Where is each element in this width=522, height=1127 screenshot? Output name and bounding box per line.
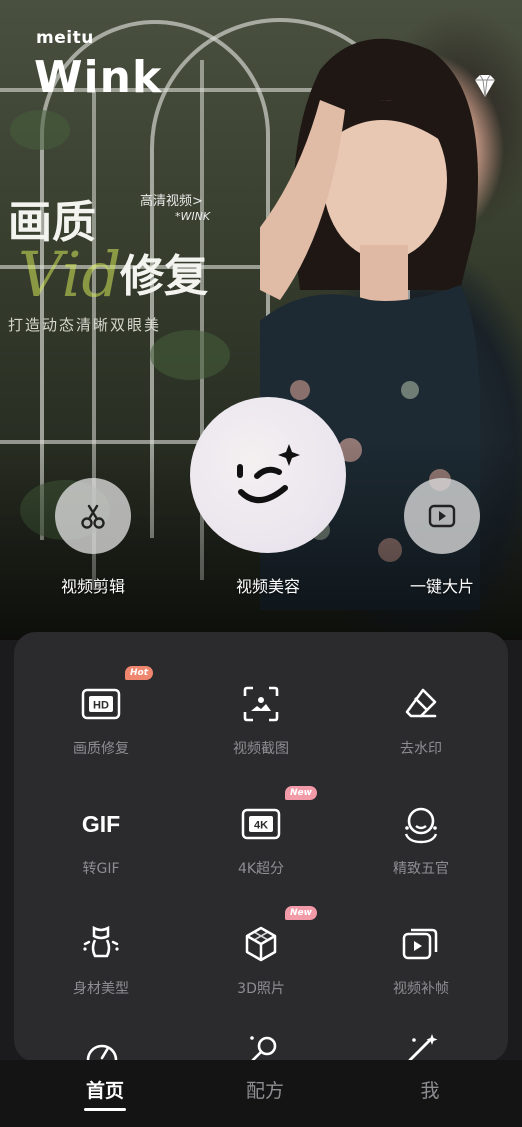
tool-body-shape[interactable]: 身材美型 [21,912,181,1022]
magic-brush-icon[interactable] [242,1032,282,1062]
foliage [10,110,70,150]
eraser-icon [399,682,443,726]
promo-title-line1: 画质 [8,197,96,248]
tool-label: 3D照片 [237,981,285,997]
foliage [150,330,230,380]
one-click-blockbuster-label: 一键大片 [409,577,474,596]
vip-diamond-icon[interactable] [470,72,500,102]
hd-icon: HD [79,682,123,726]
tool-remove-watermark[interactable]: 去水印 [341,672,501,782]
tools-panel: HD Hot 画质修复 视频截图 去水印 GIF 转GIF 4K New 4K超… [14,632,508,1062]
wink-face-icon [237,444,300,503]
play-icon [428,504,456,528]
brand-logo: Wink [34,52,163,103]
tab-home[interactable]: 首页 [55,1076,155,1103]
tool-frame-interpolation[interactable]: 视频补帧 [341,912,501,1022]
tool-label: 身材美型 [73,981,129,997]
active-tab-indicator [84,1108,126,1111]
tool-label: 视频截图 [233,741,289,757]
tool-label: 视频补帧 [393,981,449,997]
tool-label: 去水印 [400,741,442,757]
tool-video-screenshot[interactable]: 视频截图 [181,672,341,782]
tool-label: 转GIF [82,861,120,877]
tool-label: 画质修复 [73,741,129,757]
4k-icon: 4K [239,802,283,846]
video-beauty-button[interactable] [190,397,346,553]
one-click-blockbuster-button[interactable] [404,478,480,554]
new-badge: New [285,906,317,920]
svg-text:4K: 4K [254,820,268,832]
tool-3d-photo[interactable]: New 3D照片 [181,906,341,1022]
tool-label: 4K超分 [237,861,285,877]
magic-wand-icon[interactable] [402,1032,442,1062]
tool-quality-repair[interactable]: HD Hot 画质修复 [21,666,181,782]
promo-title-line2: 修复 [120,251,208,302]
promo-tag-secondary: *WINK [175,210,211,223]
scissors-icon [81,504,105,529]
tool-convert-gif[interactable]: GIF 转GIF [21,792,181,902]
brand-meitu: meitu [36,28,94,48]
tool-4k-upscale[interactable]: 4K New 4K超分 [181,786,341,902]
hot-badge: Hot [125,666,154,680]
tab-recipes[interactable]: 配方 [215,1076,315,1103]
bottom-tab-bar: 首页 配方 我 [0,1060,522,1127]
video-edit-label: 视频剪辑 [60,577,125,596]
tool-refine-features[interactable]: 精致五官 [341,792,501,902]
gif-icon: GIF [81,810,121,837]
frame-interpolation-icon [399,922,443,966]
body-shape-icon [79,922,123,966]
svg-text:HD: HD [93,700,109,712]
cube-icon [239,922,283,966]
tool-label: 精致五官 [393,861,449,877]
face-features-icon [399,802,443,846]
gauge-icon[interactable] [82,1032,122,1062]
tab-me[interactable]: 我 [380,1076,480,1103]
video-beauty-label: 视频美容 [235,577,300,596]
promo-tag: 高清视频> [140,194,203,209]
promo-subtitle: 打造动态清晰双眼美 [8,316,162,334]
screenshot-frame-icon [239,682,283,726]
new-badge: New [285,786,317,800]
video-edit-button[interactable] [55,478,131,554]
